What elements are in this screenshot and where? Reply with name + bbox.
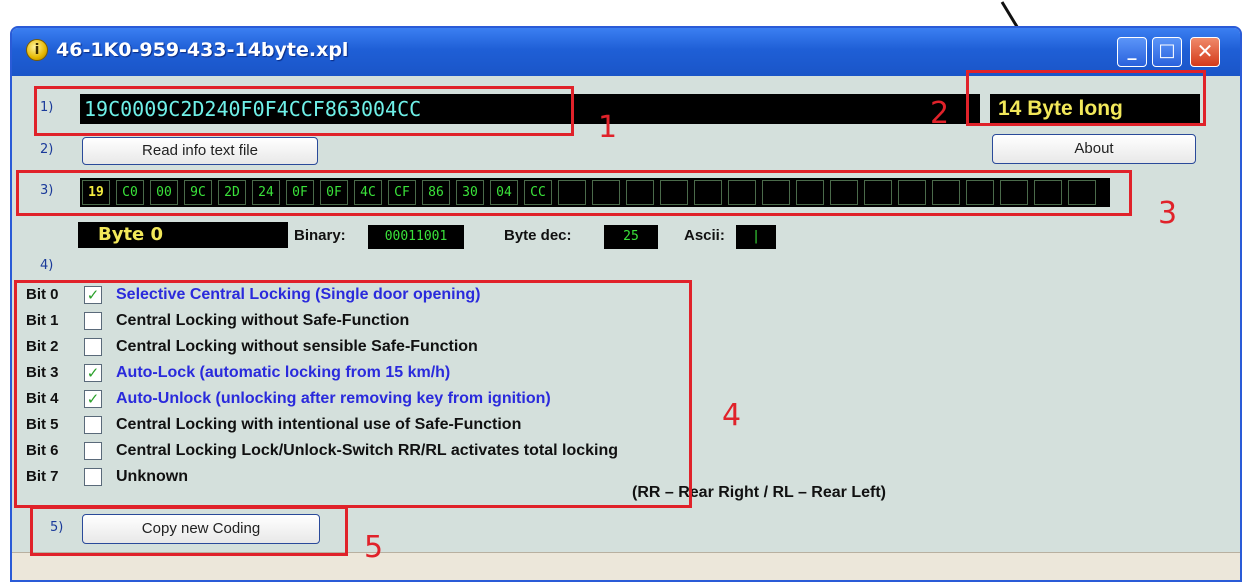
binary-label: Binary: — [294, 227, 346, 244]
annotation-box-3 — [16, 170, 1132, 216]
annotation-box-4 — [14, 280, 692, 508]
annotation-number-4: 4 — [722, 398, 742, 433]
annotation-box-2 — [966, 70, 1206, 126]
annotation-box-1 — [34, 86, 574, 136]
annotation-number-1: 1 — [598, 110, 618, 145]
status-bar — [12, 552, 1240, 580]
ascii-value: | — [736, 225, 776, 249]
step-4-label: 4) — [40, 258, 54, 273]
byte-dec-value: 25 — [604, 225, 658, 249]
close-button[interactable]: ✕ — [1190, 37, 1220, 67]
annotation-number-3: 3 — [1158, 196, 1178, 231]
binary-value: 00011001 — [368, 225, 464, 249]
annotation-number-2: 2 — [930, 96, 950, 131]
ascii-label: Ascii: — [684, 227, 725, 244]
selected-byte-label: Byte 0 — [78, 222, 288, 248]
app-info-icon: i — [26, 39, 48, 61]
window-title: 46-1K0-959-433-14byte.xpl — [56, 39, 349, 61]
annotation-number-5: 5 — [364, 530, 384, 565]
annotation-box-5 — [30, 506, 348, 556]
read-info-button[interactable]: Read info text file — [82, 137, 318, 165]
about-button[interactable]: About — [992, 134, 1196, 164]
byte-dec-label: Byte dec: — [504, 227, 572, 244]
minimize-button[interactable]: _ — [1117, 37, 1147, 67]
title-bar[interactable]: i 46-1K0-959-433-14byte.xpl _ □ ✕ — [12, 28, 1240, 76]
step-2-label: 2) — [40, 142, 54, 157]
maximize-button[interactable]: □ — [1152, 37, 1182, 67]
